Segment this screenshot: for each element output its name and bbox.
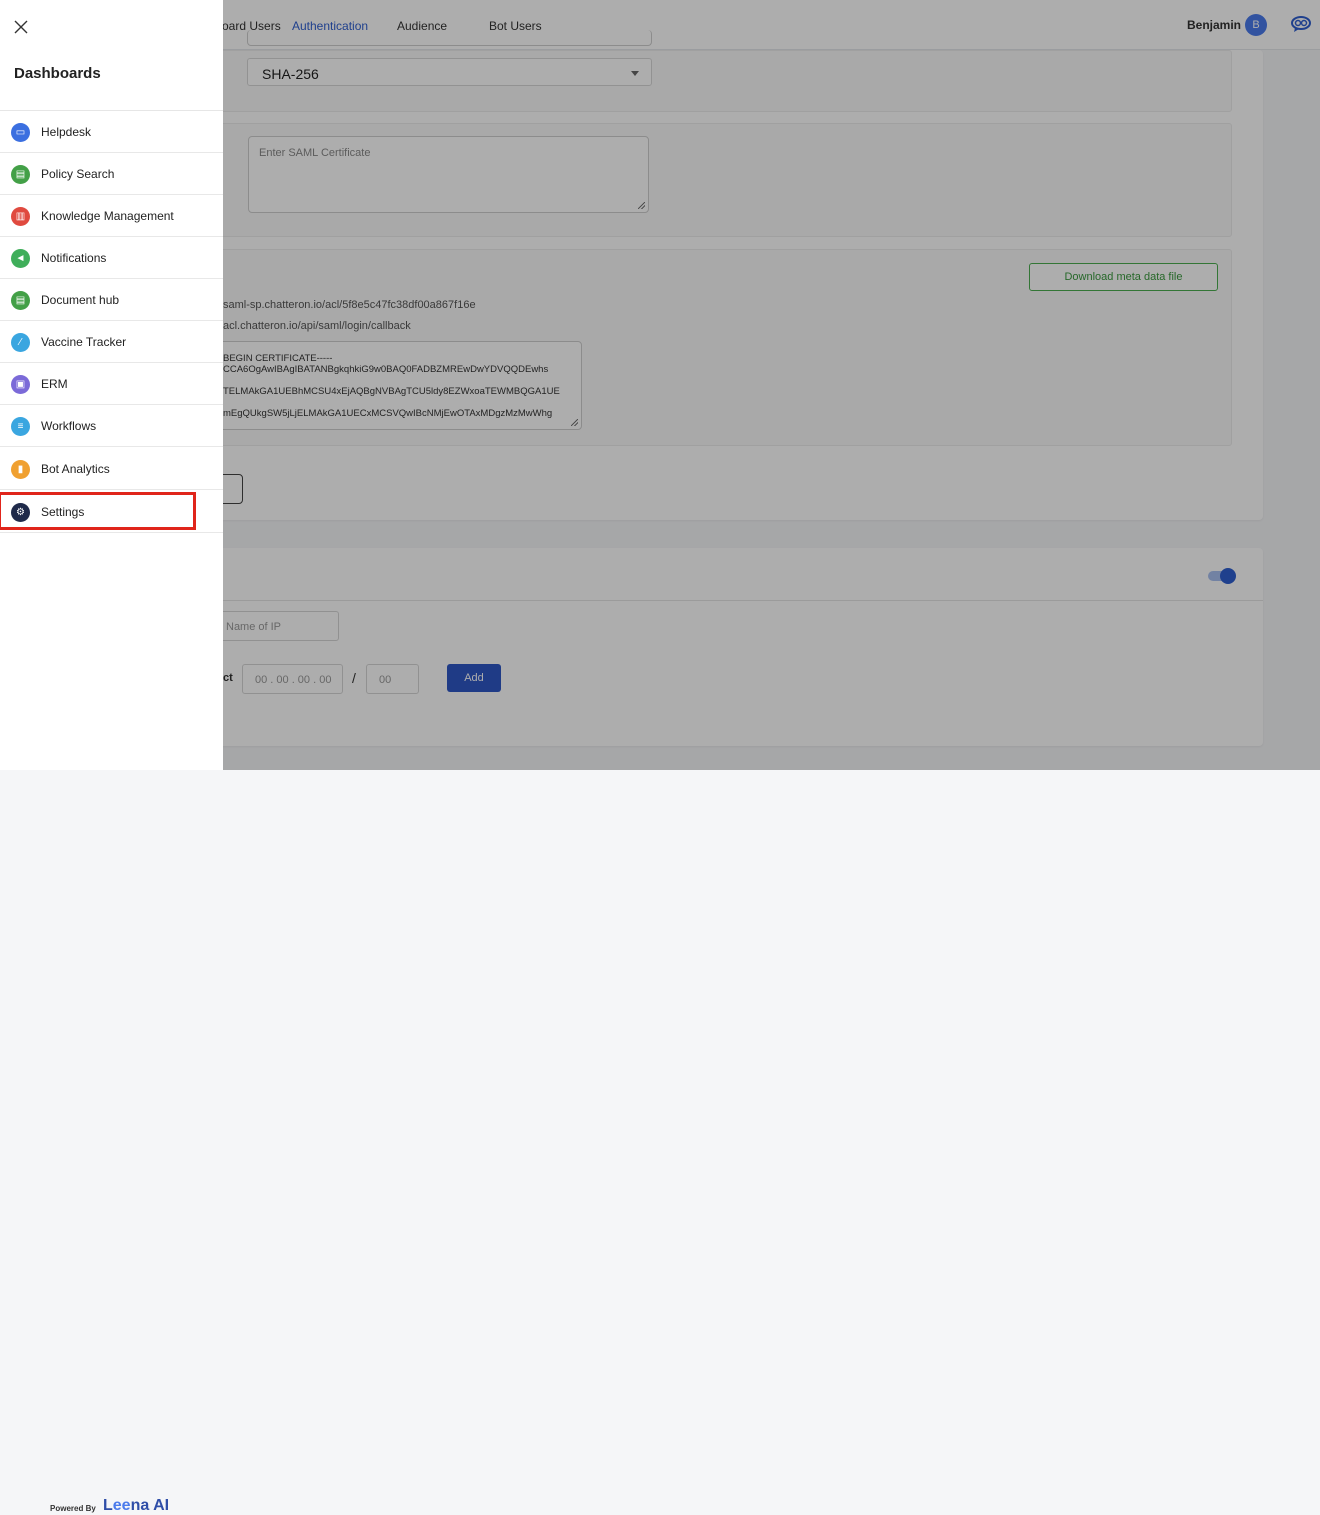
nav-item-label: Notifications bbox=[41, 251, 107, 265]
document-icon: ▤ bbox=[11, 165, 30, 184]
ticket-icon: ▭ bbox=[11, 123, 30, 142]
nav-item-erm[interactable]: ▣ ERM bbox=[0, 363, 223, 405]
nav-item-label: Bot Analytics bbox=[41, 462, 110, 476]
nav-item-label: Knowledge Management bbox=[41, 209, 174, 223]
dashboards-drawer: Dashboards ▭ Helpdesk ▤ Policy Search ▥ … bbox=[0, 0, 223, 1514]
nav-item-vaccine-tracker[interactable]: ⁄ Vaccine Tracker bbox=[0, 321, 223, 363]
file-icon: ▤ bbox=[11, 291, 30, 310]
logo-prefix: L bbox=[103, 1497, 113, 1514]
logo-ee: ee bbox=[112, 1497, 131, 1514]
nav-item-label: Policy Search bbox=[41, 167, 115, 181]
nav-item-label: Vaccine Tracker bbox=[41, 335, 127, 349]
settings-highlight-annotation bbox=[0, 492, 196, 530]
nav-item-notifications[interactable]: ◄ Notifications bbox=[0, 237, 223, 279]
nav-item-label: Workflows bbox=[41, 419, 97, 433]
drawer-title: Dashboards bbox=[14, 65, 101, 82]
nav-item-policy-search[interactable]: ▤ Policy Search bbox=[0, 153, 223, 195]
clipboard-icon: ▣ bbox=[11, 375, 30, 394]
nav-item-workflows[interactable]: ≡ Workflows bbox=[0, 405, 223, 447]
powered-by-label: Powered By bbox=[50, 1504, 96, 1513]
megaphone-icon: ◄ bbox=[11, 249, 30, 268]
book-icon: ▥ bbox=[11, 207, 30, 226]
bar-chart-icon: ▮ bbox=[11, 460, 30, 479]
nav-item-label: Helpdesk bbox=[41, 125, 92, 139]
leena-ai-logo: Leena AI bbox=[103, 1497, 169, 1515]
nav-item-helpdesk[interactable]: ▭ Helpdesk bbox=[0, 111, 223, 153]
workflow-icon: ≡ bbox=[11, 417, 30, 436]
syringe-icon: ⁄ bbox=[11, 333, 30, 352]
nav-item-knowledge-management[interactable]: ▥ Knowledge Management bbox=[0, 195, 223, 237]
nav-item-document-hub[interactable]: ▤ Document hub bbox=[0, 279, 223, 321]
close-icon[interactable] bbox=[13, 19, 29, 35]
powered-by-footer: Powered By Leena AI bbox=[0, 748, 223, 1514]
nav-item-bot-analytics[interactable]: ▮ Bot Analytics bbox=[0, 448, 223, 490]
logo-suffix: na AI bbox=[130, 1497, 170, 1514]
nav-item-label: Document hub bbox=[41, 293, 120, 307]
nav-item-label: ERM bbox=[41, 377, 68, 391]
